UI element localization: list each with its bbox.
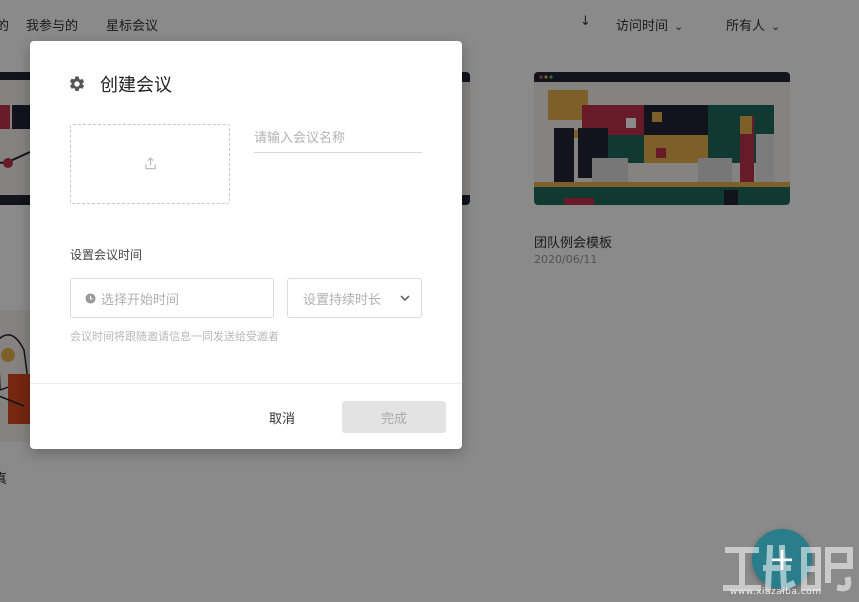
meeting-name-input[interactable] bbox=[254, 125, 422, 153]
time-section-label: 设置会议时间 bbox=[70, 248, 143, 262]
watermark-url: www.xiazaiba.com bbox=[730, 587, 822, 597]
create-meeting-dialog: 创建会议 设置会议时间 选择开始时间 设置持续时长 会议时间将跟随邀请信息一同发… bbox=[30, 41, 462, 449]
upload-icon bbox=[144, 155, 157, 174]
gear-icon bbox=[68, 75, 86, 93]
chevron-down-icon bbox=[399, 292, 411, 304]
cancel-button[interactable]: 取消 bbox=[254, 401, 310, 433]
clock-icon bbox=[85, 292, 96, 304]
done-button[interactable]: 完成 bbox=[342, 401, 446, 433]
duration-select[interactable]: 设置持续时长 bbox=[287, 278, 422, 318]
start-time-picker[interactable]: 选择开始时间 bbox=[70, 278, 274, 318]
time-hint-text: 会议时间将跟随邀请信息一同发送给受邀者 bbox=[70, 330, 279, 343]
start-time-placeholder: 选择开始时间 bbox=[101, 292, 180, 308]
footer-divider bbox=[30, 383, 462, 384]
dialog-title: 创建会议 bbox=[100, 75, 172, 96]
dialog-header: 创建会议 bbox=[68, 71, 172, 97]
cover-upload-area[interactable] bbox=[70, 124, 230, 204]
duration-placeholder: 设置持续时长 bbox=[303, 292, 382, 308]
